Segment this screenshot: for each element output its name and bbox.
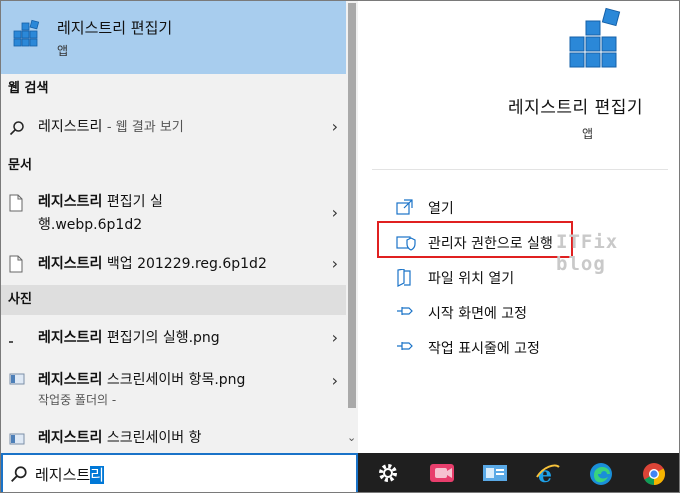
action-open-label: 열기 (428, 201, 454, 217)
web-result-item[interactable]: 레지스트리 - 웹 결과 보기 › (1, 114, 346, 144)
photo-name-bold: 레지스트리 (38, 372, 103, 388)
action-open[interactable]: 열기 (396, 195, 646, 221)
scrollbar-thumb[interactable] (348, 3, 356, 408)
chevron-right-icon[interactable]: › (332, 117, 338, 136)
photo-location: 작업중 폴더의 - (38, 393, 117, 407)
list-item[interactable]: 레지스트리 스크린세이버 항 (1, 425, 346, 453)
list-item[interactable]: 레지스트리 스크린세이버 항목.png 작업중 폴더의 - › (1, 367, 346, 411)
section-documents: 문서 (8, 158, 32, 173)
list-item[interactable]: 레지스트리 편집기의 실행.png › (1, 325, 346, 355)
results-panel: 레지스트리 편집기 앱 웹 검색 레지스트리 - 웹 결과 보기 › 문서 레지… (1, 1, 358, 453)
best-match-subtitle: 앱 (57, 44, 69, 58)
section-web-search: 웹 검색 (8, 81, 49, 96)
registry-editor-icon (11, 19, 41, 53)
settings-icon[interactable] (362, 453, 414, 492)
edge-icon[interactable] (574, 453, 626, 492)
list-item[interactable]: 레지스트리 백업 201229.reg.6p1d2 › (1, 251, 346, 281)
image-icon (9, 433, 25, 449)
open-icon (396, 199, 414, 219)
best-match-item[interactable]: 레지스트리 편집기 앱 (1, 1, 346, 74)
document-name-rest: 편집기 실 (102, 194, 163, 210)
image-icon (9, 373, 25, 389)
web-result-query: 레지스트리 (38, 119, 103, 135)
search-box[interactable]: 레지스트리 (1, 453, 358, 492)
registry-editor-icon (566, 7, 626, 83)
photo-name-rest: 스크린세이버 항 (102, 430, 202, 446)
document-name-bold: 레지스트리 (38, 256, 103, 272)
details-app-name: 레지스트리 편집기 (508, 98, 644, 118)
chrome-icon[interactable] (627, 453, 679, 492)
section-photos: 사진 (1, 285, 346, 315)
search-input[interactable]: 레지스트리 (35, 464, 105, 485)
action-pin-to-taskbar[interactable]: 작업 표시줄에 고정 (396, 335, 646, 361)
chevron-down-icon[interactable]: ⌄ (347, 431, 356, 444)
action-pin-to-taskbar-label: 작업 표시줄에 고정 (428, 341, 540, 357)
divider (372, 169, 668, 170)
taskbar: e (358, 453, 679, 492)
search-selected-text: 리 (90, 466, 105, 484)
action-pin-to-start-label: 시작 화면에 고정 (428, 306, 528, 322)
chevron-right-icon[interactable]: › (332, 328, 338, 347)
web-result-suffix: - 웹 결과 보기 (106, 120, 184, 135)
details-app-type: 앱 (582, 127, 594, 141)
photo-name-rest: 편집기의 실행.png (102, 330, 220, 346)
pin-icon (396, 339, 414, 357)
folder-location-icon (396, 268, 412, 291)
pin-icon (396, 304, 414, 322)
watermark: ITFix blog (556, 231, 619, 275)
chevron-right-icon[interactable]: › (332, 254, 338, 273)
remote-desktop-icon[interactable] (468, 453, 520, 492)
chevron-right-icon[interactable]: › (332, 371, 338, 390)
document-icon (9, 194, 23, 216)
action-open-file-location-label: 파일 위치 열기 (428, 271, 515, 287)
photo-name-bold: 레지스트리 (38, 330, 103, 346)
document-icon (9, 255, 23, 277)
document-name-line2: 행.webp.6p1d2 (38, 217, 143, 233)
photo-name-rest: 스크린세이버 항목.png (102, 372, 246, 388)
action-pin-to-start[interactable]: 시작 화면에 고정 (396, 300, 646, 326)
document-name-rest: 백업 201229.reg.6p1d2 (102, 256, 267, 272)
search-icon (10, 465, 28, 487)
video-app-icon[interactable] (415, 453, 467, 492)
list-item[interactable]: 레지스트리 편집기 실 행.webp.6p1d2 › (1, 189, 346, 237)
photo-name-bold: 레지스트리 (38, 430, 103, 446)
search-icon (9, 120, 25, 140)
annotation-highlight-box (377, 221, 573, 258)
search-typed-text: 레지스트 (35, 466, 91, 484)
start-search-window: 레지스트리 편집기 앱 웹 검색 레지스트리 - 웹 결과 보기 › 문서 레지… (0, 0, 680, 493)
chevron-right-icon[interactable]: › (332, 203, 338, 222)
document-name-bold: 레지스트리 (38, 194, 103, 210)
results-scrollbar[interactable]: ⌄ (346, 1, 358, 453)
best-match-title: 레지스트리 편집기 (57, 19, 173, 37)
image-icon (9, 335, 23, 351)
internet-explorer-icon[interactable]: e (521, 453, 573, 492)
